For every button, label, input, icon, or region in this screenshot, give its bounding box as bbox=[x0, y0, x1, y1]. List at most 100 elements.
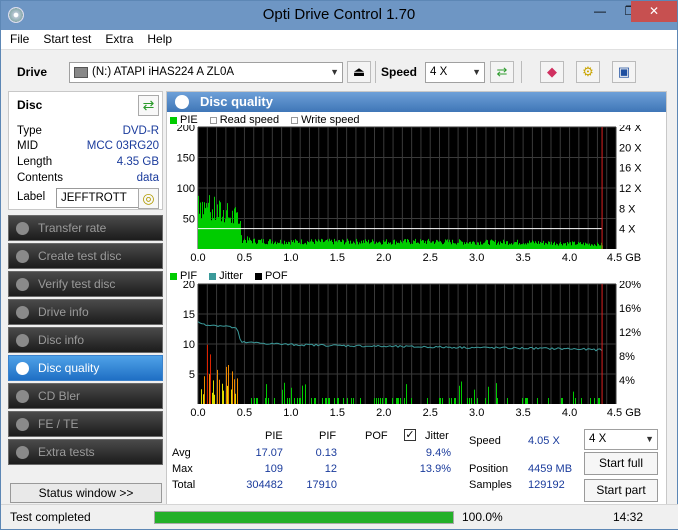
nav-label: Verify test disc bbox=[38, 277, 116, 291]
nav-drive-info[interactable]: Drive info bbox=[8, 299, 163, 325]
stats-avg-jitter: 9.4% bbox=[425, 447, 451, 459]
x-tick-label: 3.5 bbox=[515, 407, 530, 419]
disc-icon bbox=[16, 362, 29, 375]
eraser-icon: ◆ bbox=[547, 64, 557, 79]
x-tick-label: 0.5 bbox=[237, 407, 252, 419]
y2-tick-label: 24 X bbox=[619, 125, 642, 134]
start-full-button[interactable]: Start full bbox=[584, 452, 658, 475]
save-button[interactable]: ▣ bbox=[612, 61, 636, 83]
samples-label: Samples bbox=[469, 479, 512, 491]
panel-title: Disc quality bbox=[200, 94, 273, 109]
legend-swatch bbox=[170, 116, 177, 124]
nav-label: Drive info bbox=[38, 305, 89, 319]
disc-icon bbox=[16, 250, 29, 263]
status-window-button[interactable]: Status window >> bbox=[10, 483, 162, 503]
stats-header-pie: PIE bbox=[265, 430, 283, 442]
disc-quality-icon bbox=[175, 95, 189, 109]
disc-info-box: Disc ⇄ Type DVD-R MID MCC 03RG20 Length 4.3… bbox=[8, 91, 163, 210]
disc-row-value: data bbox=[136, 172, 159, 184]
y2-tick-label: 12 X bbox=[619, 183, 642, 195]
pie-chart: 200 150 100 50 0.0 0.5 1.0 1.5 2.0 2.5 3.0 3.5 4.0 4.… bbox=[177, 125, 643, 264]
legend-swatch bbox=[291, 116, 299, 124]
drive-select-value: (N:) ATAPI iHAS224 A ZL0A bbox=[92, 66, 235, 78]
settings-button[interactable]: ⚙ bbox=[576, 61, 600, 83]
app-window: Opti Drive Control 1.70 — ❐ ✕ File Start … bbox=[0, 0, 678, 530]
stats-max-pif: 12 bbox=[324, 463, 337, 475]
nav-label: Extra tests bbox=[38, 445, 95, 459]
speed-select[interactable]: 4 X ▼ bbox=[425, 62, 485, 83]
drive-icon bbox=[74, 67, 88, 78]
progress-bar bbox=[154, 511, 454, 524]
x-tick-label: 0.0 bbox=[190, 407, 205, 419]
y2-tick-label: 16 X bbox=[619, 163, 642, 175]
stats-total-pie: 304482 bbox=[246, 479, 283, 491]
samples-value: 129192 bbox=[528, 479, 565, 491]
refresh-speed-button[interactable]: ⇄ bbox=[490, 61, 514, 83]
nav-transfer-rate[interactable]: Transfer rate bbox=[8, 215, 163, 241]
disc-row-value: 4.35 GB bbox=[116, 156, 159, 168]
minimize-button[interactable]: — bbox=[585, 1, 615, 22]
separator bbox=[521, 61, 522, 83]
floppy-icon: ▣ bbox=[617, 64, 631, 79]
eject-button[interactable]: ⏏ bbox=[347, 61, 371, 83]
x-tick-label: 1.0 bbox=[283, 252, 298, 264]
stats-max-pie: 109 bbox=[264, 463, 283, 475]
label-key: Label bbox=[17, 191, 46, 203]
nav-cd-bler[interactable]: CD Bler bbox=[8, 383, 163, 409]
speed-value: 4.05 X bbox=[528, 435, 560, 447]
nav-verify-test-disc[interactable]: Verify test disc bbox=[8, 271, 163, 297]
speed-select-value: 4 X bbox=[430, 66, 448, 78]
test-speed-select[interactable]: 4 X ▼ bbox=[584, 429, 658, 450]
stats-header-pof: POF bbox=[365, 430, 388, 442]
menu-help[interactable]: Help bbox=[138, 30, 177, 46]
nav-disc-quality[interactable]: Disc quality bbox=[8, 355, 163, 381]
apply-label-button[interactable]: ◎ bbox=[138, 188, 159, 209]
start-part-button[interactable]: Start part bbox=[584, 479, 658, 502]
position-value: 4459 MB bbox=[528, 463, 573, 475]
status-bar: Test completed 100.0% 14:32 bbox=[1, 504, 678, 529]
stats-total-pif: 17910 bbox=[306, 479, 337, 491]
y2-tick-label: 8 X bbox=[619, 203, 636, 215]
nav-create-test-disc[interactable]: Create test disc bbox=[8, 243, 163, 269]
y2-tick-label: 20% bbox=[619, 281, 641, 291]
speed-label: Speed bbox=[469, 435, 501, 447]
x-tick-label: 3.0 bbox=[469, 407, 484, 419]
nav-label: Transfer rate bbox=[38, 221, 107, 235]
y2-tick-label: 8% bbox=[619, 351, 635, 363]
x-tick-label: 4.0 bbox=[562, 252, 577, 264]
left-panel: Disc ⇄ Type DVD-R MID MCC 03RG20 Length 4.3… bbox=[8, 91, 163, 511]
y-tick-label: 50 bbox=[183, 214, 195, 226]
y2-tick-label: 16% bbox=[619, 303, 641, 315]
disc-row-key: MID bbox=[17, 140, 39, 152]
legend-swatch bbox=[209, 116, 217, 124]
x-tick-label: 1.5 bbox=[330, 252, 345, 264]
legend-swatch bbox=[170, 272, 177, 280]
status-time: 14:32 bbox=[613, 510, 644, 524]
y2-tick-label: 4% bbox=[619, 375, 635, 387]
nav-disc-info[interactable]: Disc info bbox=[8, 327, 163, 353]
menu-file[interactable]: File bbox=[1, 30, 34, 46]
disc-label-field[interactable]: JEFFTROTT bbox=[56, 188, 139, 208]
x-tick-label: 0.0 bbox=[190, 252, 205, 264]
legend-swatch bbox=[254, 272, 262, 280]
jitter-checkbox[interactable]: ✓ bbox=[404, 429, 416, 441]
disc-icon bbox=[16, 222, 29, 235]
test-speed-value: 4 X bbox=[589, 433, 607, 445]
nav-fe-te[interactable]: FE / TE bbox=[8, 411, 163, 437]
x-tick-label: 2.0 bbox=[376, 252, 391, 264]
disc-refresh-button[interactable]: ⇄ bbox=[138, 95, 159, 116]
close-button[interactable]: ✕ bbox=[631, 1, 677, 22]
menu-extra[interactable]: Extra bbox=[96, 30, 138, 46]
drive-select[interactable]: (N:) ATAPI iHAS224 A ZL0A ▼ bbox=[69, 62, 343, 83]
x-tick-label: 1.0 bbox=[283, 407, 298, 419]
toolbar: Drive (N:) ATAPI iHAS224 A ZL0A ▼ ⏏ Spee… bbox=[1, 58, 677, 88]
stats-header-jitter: Jitter bbox=[425, 430, 449, 442]
stats-avg-pie: 17.07 bbox=[255, 447, 283, 459]
nav-extra-tests[interactable]: Extra tests bbox=[8, 439, 163, 465]
menu-start-test[interactable]: Start test bbox=[34, 30, 96, 46]
disc-icon bbox=[16, 278, 29, 291]
refresh-icon: ⇄ bbox=[496, 64, 508, 79]
speed-label: Speed bbox=[381, 65, 418, 79]
erase-button[interactable]: ◆ bbox=[540, 61, 564, 83]
y-tick-label: 10 bbox=[183, 339, 195, 351]
